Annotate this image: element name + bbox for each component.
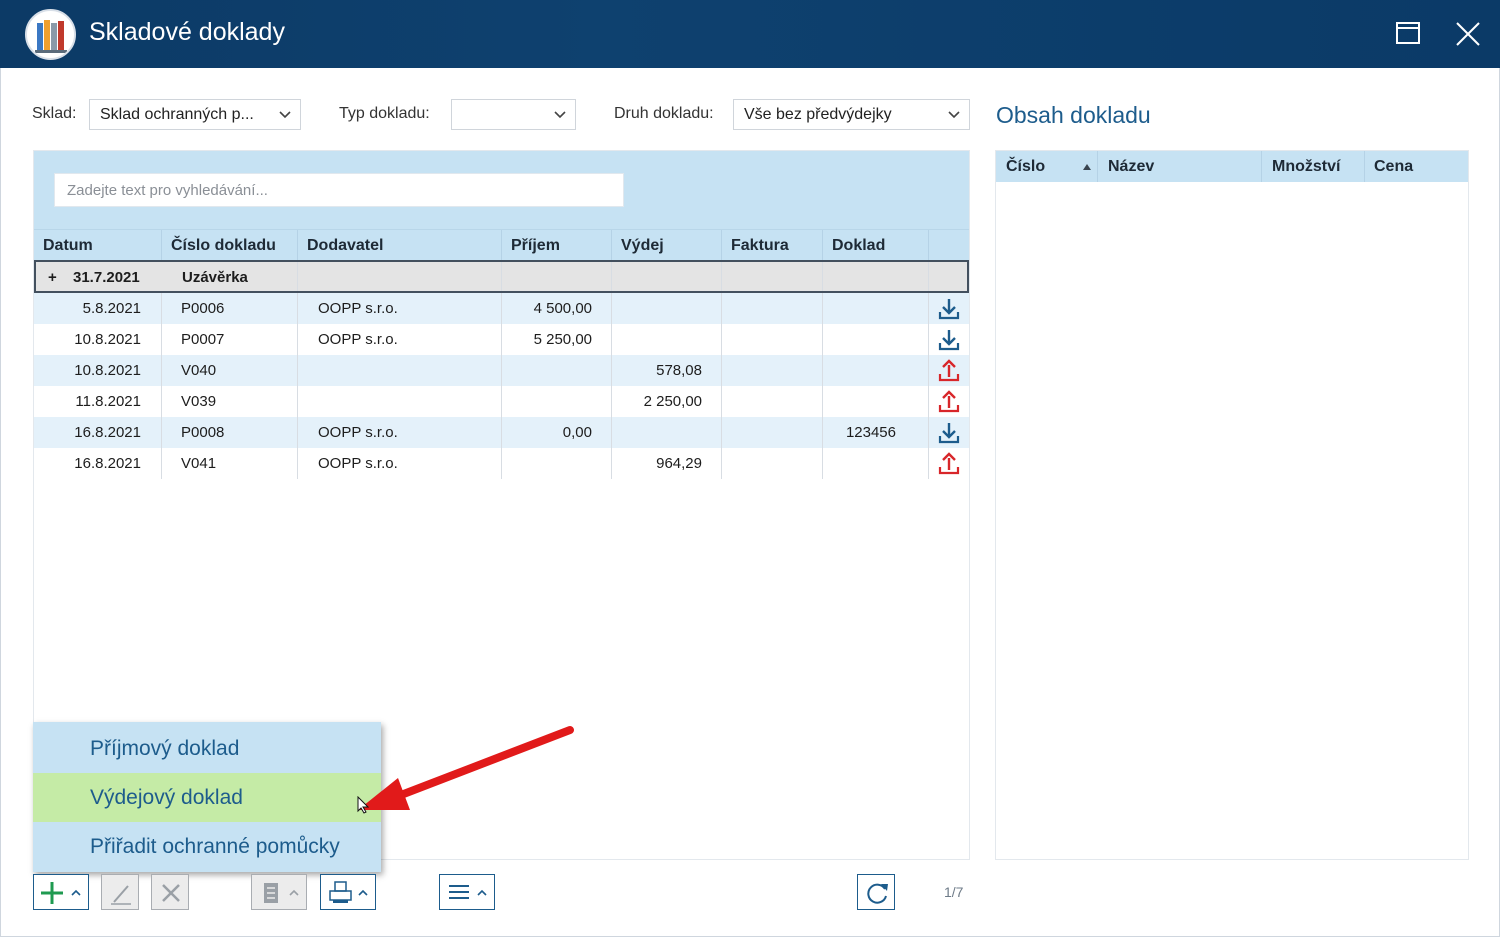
col-cena[interactable]: Cena bbox=[1374, 158, 1413, 176]
chevron-down-icon bbox=[948, 111, 960, 119]
download-icon[interactable] bbox=[937, 421, 961, 445]
cell-dodavatel: OOPP s.r.o. bbox=[318, 424, 398, 441]
cell-datum: 10.8.2021 bbox=[74, 362, 141, 379]
col-mnozstvi[interactable]: Množství bbox=[1272, 158, 1340, 176]
menu-item-priradit[interactable]: Přiřadit ochranné pomůcky bbox=[33, 822, 381, 871]
plus-icon bbox=[41, 882, 81, 904]
add-button[interactable] bbox=[33, 874, 89, 910]
druh-value: Vše bez předvýdejky bbox=[744, 106, 892, 123]
delete-x-icon bbox=[162, 884, 180, 902]
cell-datum: 16.8.2021 bbox=[74, 455, 141, 472]
cell-vydej: 2 250,00 bbox=[643, 393, 702, 410]
menu-item-prijmovy[interactable]: Příjmový doklad bbox=[33, 724, 381, 773]
download-icon[interactable] bbox=[937, 297, 961, 321]
col-doklad[interactable]: Doklad bbox=[832, 237, 885, 255]
title-bar: Skladové doklady bbox=[0, 0, 1500, 68]
col-dodavatel[interactable]: Dodavatel bbox=[307, 237, 383, 255]
col-cislo[interactable]: Číslo dokladu bbox=[171, 237, 276, 255]
pencil-icon bbox=[111, 885, 131, 905]
col-cislo[interactable]: Číslo bbox=[1006, 158, 1045, 176]
cell-dodavatel: OOPP s.r.o. bbox=[318, 455, 398, 472]
hamburger-menu-icon bbox=[449, 885, 487, 899]
cell-cislo: V040 bbox=[181, 362, 217, 379]
sort-ascending-icon bbox=[1083, 164, 1091, 170]
cell-dodavatel: OOPP s.r.o. bbox=[318, 300, 398, 317]
cell-vydej: 578,08 bbox=[656, 362, 702, 379]
cell-cislo: V039 bbox=[181, 393, 217, 410]
upload-icon[interactable] bbox=[937, 452, 961, 476]
group-date: 31.7.2021 bbox=[73, 269, 140, 286]
search-area bbox=[34, 151, 969, 229]
cell-datum: 16.8.2021 bbox=[74, 424, 141, 441]
close-icon[interactable] bbox=[1452, 18, 1484, 50]
cell-prijem: 5 250,00 bbox=[533, 331, 592, 348]
cell-cislo: P0007 bbox=[181, 331, 225, 348]
typ-select[interactable] bbox=[451, 99, 576, 130]
app-logo-icon bbox=[25, 9, 76, 60]
menu-item-vydejovy[interactable]: Výdejový doklad bbox=[33, 773, 381, 822]
cell-cislo: P0006 bbox=[181, 300, 225, 317]
content-title: Obsah dokladu bbox=[996, 102, 1151, 128]
cell-dodavatel: OOPP s.r.o. bbox=[318, 331, 398, 348]
col-vydej[interactable]: Výdej bbox=[621, 237, 664, 255]
group-label: Uzávěrka bbox=[182, 269, 248, 286]
cell-doklad: 123456 bbox=[845, 424, 896, 441]
refresh-button[interactable] bbox=[857, 874, 895, 910]
table-row[interactable]: 10.8.2021 V040 578,08 bbox=[34, 355, 969, 386]
cell-datum: 5.8.2021 bbox=[82, 300, 141, 317]
sklad-value: Sklad ochranných p... bbox=[100, 106, 254, 123]
cell-vydej: 964,29 bbox=[656, 455, 702, 472]
col-datum[interactable]: Datum bbox=[43, 237, 93, 255]
cell-datum: 11.8.2021 bbox=[75, 393, 141, 410]
col-nazev[interactable]: Název bbox=[1108, 158, 1154, 176]
cell-cislo: V041 bbox=[181, 455, 217, 472]
druh-label: Druh dokladu: bbox=[614, 105, 714, 122]
add-menu: Příjmový doklad Výdejový doklad Přiřadit… bbox=[33, 722, 381, 872]
typ-label: Typ dokladu: bbox=[339, 105, 430, 122]
expand-icon[interactable]: + bbox=[48, 269, 57, 286]
chevron-down-icon bbox=[279, 111, 291, 119]
printer-icon bbox=[329, 881, 368, 903]
table-row[interactable]: 5.8.2021 P0006 OOPP s.r.o. 4 500,00 bbox=[34, 293, 969, 324]
document-button[interactable] bbox=[251, 874, 307, 910]
document-icon bbox=[264, 883, 299, 903]
table-row[interactable]: 10.8.2021 P0007 OOPP s.r.o. 5 250,00 bbox=[34, 324, 969, 355]
content-grid: Číslo Název Množství Cena bbox=[995, 150, 1469, 860]
col-faktura[interactable]: Faktura bbox=[731, 237, 789, 255]
maximize-icon[interactable] bbox=[1392, 18, 1424, 50]
table-row[interactable]: 11.8.2021 V039 2 250,00 bbox=[34, 386, 969, 417]
druh-select[interactable]: Vše bez předvýdejky bbox=[733, 99, 970, 130]
window-title: Skladové doklady bbox=[89, 18, 285, 46]
group-row[interactable]: + 31.7.2021 Uzávěrka bbox=[34, 260, 969, 293]
cell-cislo: P0008 bbox=[181, 424, 225, 441]
cell-datum: 10.8.2021 bbox=[74, 331, 141, 348]
upload-icon[interactable] bbox=[937, 359, 961, 383]
print-button[interactable] bbox=[320, 874, 376, 910]
delete-button[interactable] bbox=[151, 874, 189, 910]
upload-icon[interactable] bbox=[937, 390, 961, 414]
sklad-label: Sklad: bbox=[32, 105, 77, 122]
chevron-down-icon bbox=[554, 111, 566, 119]
cell-prijem: 4 500,00 bbox=[533, 300, 592, 317]
table-row[interactable]: 16.8.2021 V041 OOPP s.r.o. 964,29 bbox=[34, 448, 969, 479]
refresh-icon bbox=[867, 883, 888, 904]
sklad-select[interactable]: Sklad ochranných p... bbox=[89, 99, 301, 130]
edit-button[interactable] bbox=[101, 874, 139, 910]
mouse-cursor-icon bbox=[357, 796, 369, 814]
table-row[interactable]: 16.8.2021 P0008 OOPP s.r.o. 0,00 123456 bbox=[34, 417, 969, 448]
cell-prijem: 0,00 bbox=[562, 424, 592, 441]
content-grid-header: Číslo Název Množství Cena bbox=[996, 151, 1468, 182]
annotation-arrow-icon bbox=[358, 726, 574, 810]
menu-button[interactable] bbox=[439, 874, 495, 910]
col-prijem[interactable]: Příjem bbox=[511, 237, 560, 255]
grid-header: Datum Číslo dokladu Dodavatel Příjem Výd… bbox=[34, 229, 969, 260]
download-icon[interactable] bbox=[937, 328, 961, 352]
pager-text: 1/7 bbox=[944, 884, 964, 900]
search-input[interactable] bbox=[54, 173, 624, 207]
